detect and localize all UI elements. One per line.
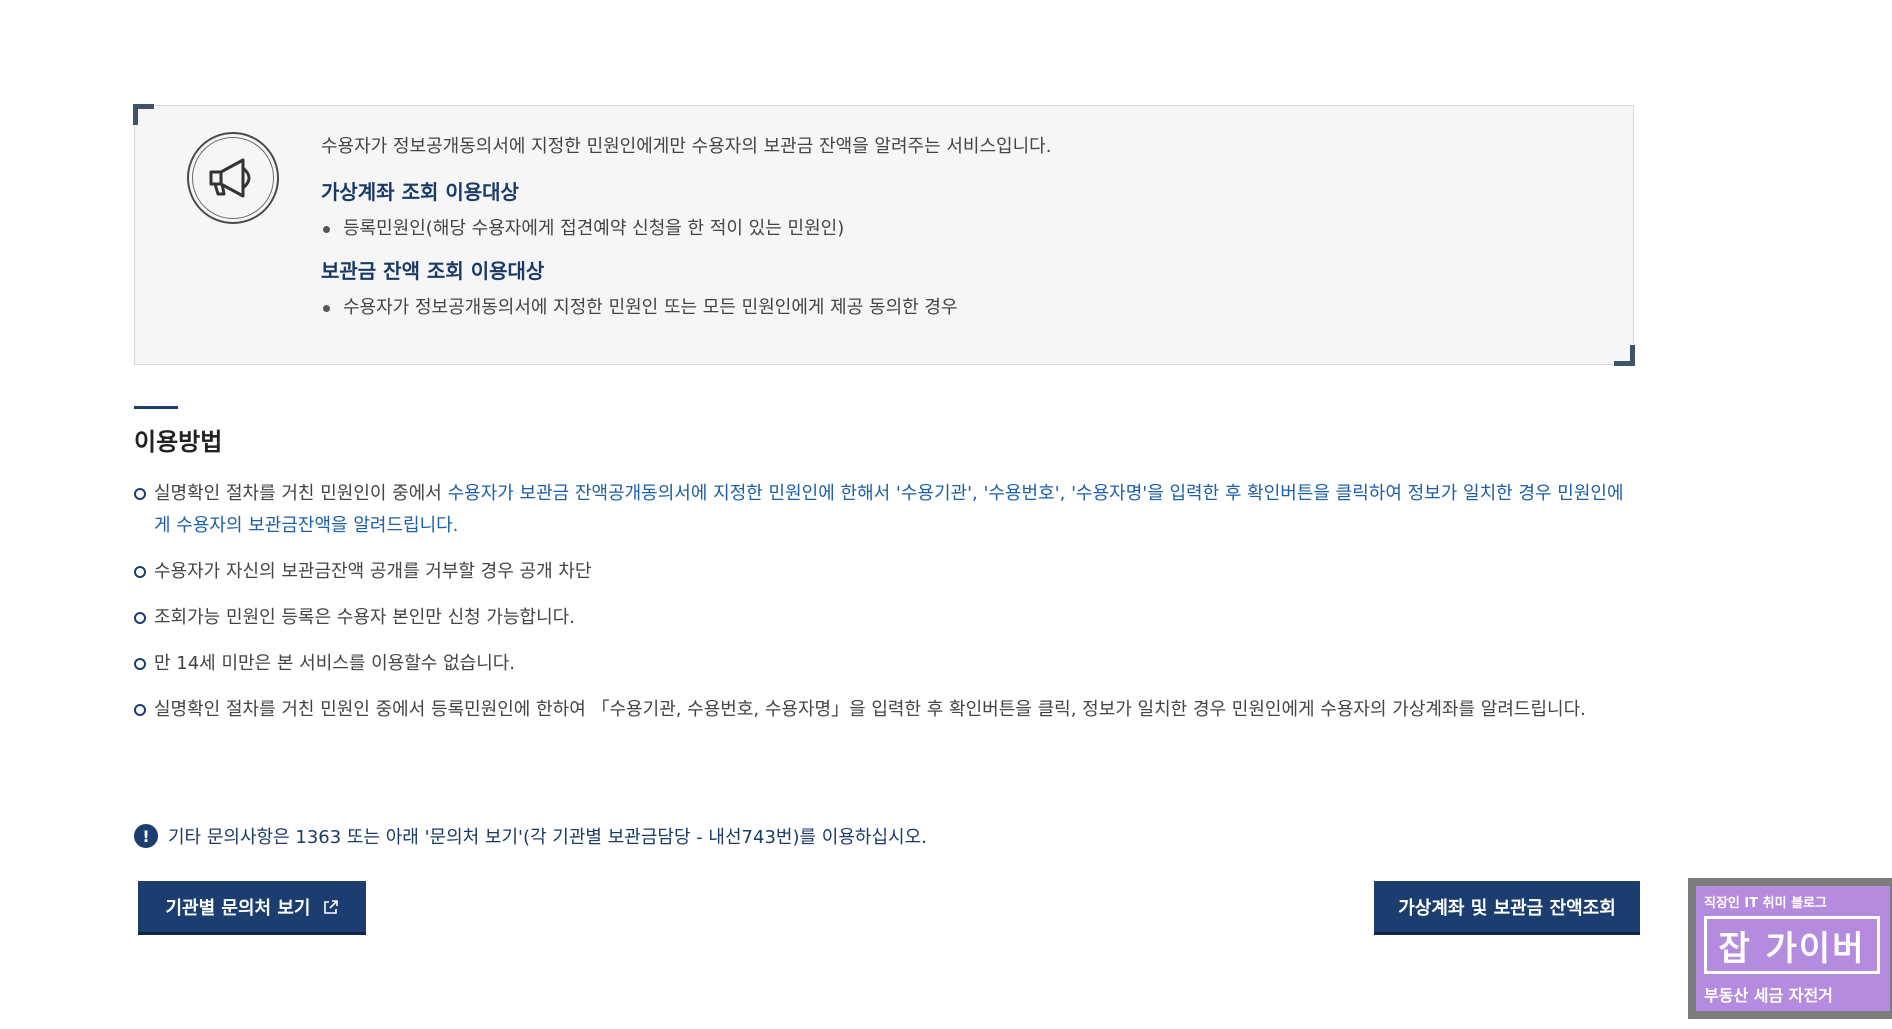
external-link-icon	[323, 899, 339, 915]
watermark-top-text: 직장인 IT 취미 블로그	[1704, 896, 1827, 911]
list-item: 만 14세 미만은 본 서비스를 이용할수 없습니다.	[134, 648, 1634, 680]
usage-section-title: 이용방법	[134, 428, 223, 456]
balance-target-item: 수용자가 정보공개동의서에 지정한 민원인 또는 모든 민원인에게 제공 동의한…	[321, 297, 1601, 319]
inquiry-info-line: ! 기타 문의사항은 1363 또는 아래 '문의처 보기'(각 기관별 보관금…	[134, 823, 927, 849]
usage-item-text: 실명확인 절차를 거친 민원인 중에서 등록민원인에 한하여 「수용기관, 수용…	[154, 699, 1586, 720]
balance-inquiry-button[interactable]: 가상계좌 및 보관금 잔액조회	[1374, 881, 1640, 935]
corner-accent-bottom-right	[1614, 345, 1635, 366]
virtual-account-target-title: 가상계좌 조회 이용대상	[321, 179, 519, 204]
exclamation-icon: !	[134, 824, 158, 848]
usage-list: 실명확인 절차를 거친 민원인이 중에서 수용자가 보관금 잔액공개동의서에 지…	[134, 478, 1634, 740]
list-item: 실명확인 절차를 거친 민원인 중에서 등록민원인에 한하여 「수용기관, 수용…	[134, 694, 1634, 726]
circle-bullet-icon	[134, 704, 146, 716]
list-item: 조회가능 민원인 등록은 수용자 본인만 신청 가능합니다.	[134, 602, 1634, 634]
inquiry-button-label: 가상계좌 및 보관금 잔액조회	[1398, 897, 1616, 919]
notice-intro-text: 수용자가 정보공개동의서에 지정한 민원인에게만 수용자의 보관금 잔액을 알려…	[321, 136, 1052, 157]
contact-by-agency-button[interactable]: 기관별 문의처 보기	[138, 881, 366, 935]
corner-accent-top-left	[133, 104, 154, 125]
circle-bullet-icon	[134, 488, 146, 500]
circle-bullet-icon	[134, 612, 146, 624]
usage-item-text: 수용자가 자신의 보관금잔액 공개를 거부할 경우 공개 차단	[154, 561, 592, 582]
circle-bullet-icon	[134, 658, 146, 670]
balance-target-title: 보관금 잔액 조회 이용대상	[321, 259, 545, 284]
service-notice-box: 수용자가 정보공개동의서에 지정한 민원인에게만 수용자의 보관금 잔액을 알려…	[133, 104, 1635, 366]
blog-watermark-logo: 직장인 IT 취미 블로그 잡 가이버 부동산 세금 자전거	[1688, 878, 1892, 1019]
circle-bullet-icon	[134, 566, 146, 578]
usage-item-text: 조회가능 민원인 등록은 수용자 본인만 신청 가능합니다.	[154, 607, 575, 628]
watermark-bottom-text: 부동산 세금 자전거	[1704, 986, 1833, 1005]
list-item: 수용자가 자신의 보관금잔액 공개를 거부할 경우 공개 차단	[134, 556, 1634, 588]
usage-item-text: 만 14세 미만은 본 서비스를 이용할수 없습니다.	[154, 653, 516, 674]
virtual-account-target-item: 등록민원인(해당 수용자에게 접견예약 신청을 한 적이 있는 민원인)	[321, 218, 1601, 240]
watermark-main-text: 잡 가이버	[1704, 916, 1880, 974]
usage-item-text: 실명확인 절차를 거친 민원인이 중에서	[154, 483, 448, 504]
section-title-bar	[134, 406, 178, 409]
list-item: 실명확인 절차를 거친 민원인이 중에서 수용자가 보관금 잔액공개동의서에 지…	[134, 478, 1634, 542]
megaphone-icon	[187, 132, 279, 224]
inquiry-info-text: 기타 문의사항은 1363 또는 아래 '문의처 보기'(각 기관별 보관금담당…	[168, 827, 927, 848]
contact-button-label: 기관별 문의처 보기	[165, 897, 311, 919]
